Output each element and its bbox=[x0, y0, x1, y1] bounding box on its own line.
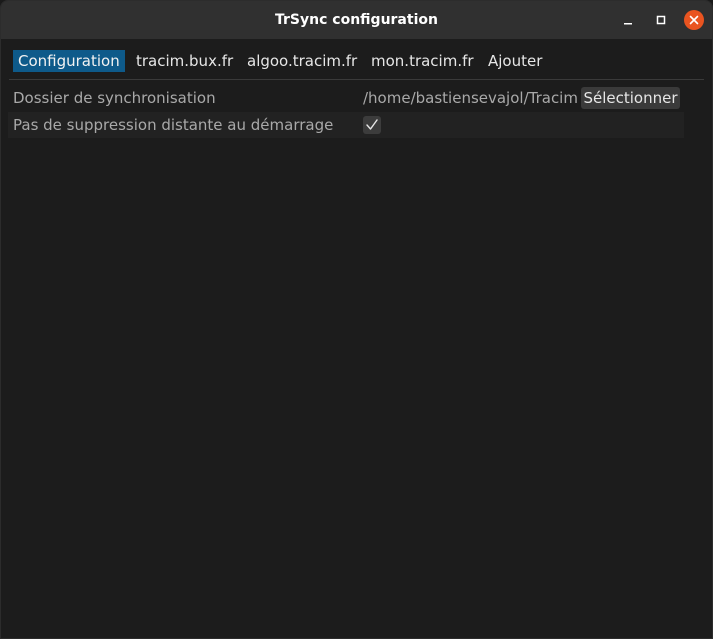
close-icon bbox=[689, 15, 699, 25]
app-window: TrSync configuration Configuration traci… bbox=[0, 0, 713, 639]
title-bar[interactable]: TrSync configuration bbox=[1, 1, 712, 39]
tab-bar: Configuration tracim.bux.fr algoo.tracim… bbox=[9, 49, 704, 80]
window-title: TrSync configuration bbox=[275, 12, 438, 28]
select-folder-button[interactable]: Sélectionner bbox=[581, 87, 680, 109]
minimize-button[interactable] bbox=[618, 10, 638, 30]
sync-folder-label: Dossier de synchronisation bbox=[13, 89, 216, 107]
tab-configuration[interactable]: Configuration bbox=[13, 50, 125, 72]
close-button[interactable] bbox=[684, 10, 704, 30]
tab-mon-tracim[interactable]: mon.tracim.fr bbox=[366, 50, 479, 72]
tab-tracim-bux[interactable]: tracim.bux.fr bbox=[131, 50, 238, 72]
check-icon bbox=[366, 119, 378, 130]
sync-folder-row: Dossier de synchronisation /home/bastien… bbox=[8, 85, 684, 111]
no-remote-delete-checkbox[interactable] bbox=[363, 116, 381, 134]
tab-algoo-tracim[interactable]: algoo.tracim.fr bbox=[242, 50, 362, 72]
maximize-button[interactable] bbox=[651, 10, 671, 30]
no-remote-delete-label: Pas de suppression distante au démarrage bbox=[13, 116, 334, 134]
minimize-icon bbox=[624, 23, 632, 25]
maximize-icon bbox=[656, 15, 666, 25]
tab-add[interactable]: Ajouter bbox=[483, 50, 547, 72]
no-remote-delete-row: Pas de suppression distante au démarrage bbox=[8, 112, 684, 138]
sync-folder-path: /home/bastiensevajol/Tracim bbox=[363, 89, 578, 107]
